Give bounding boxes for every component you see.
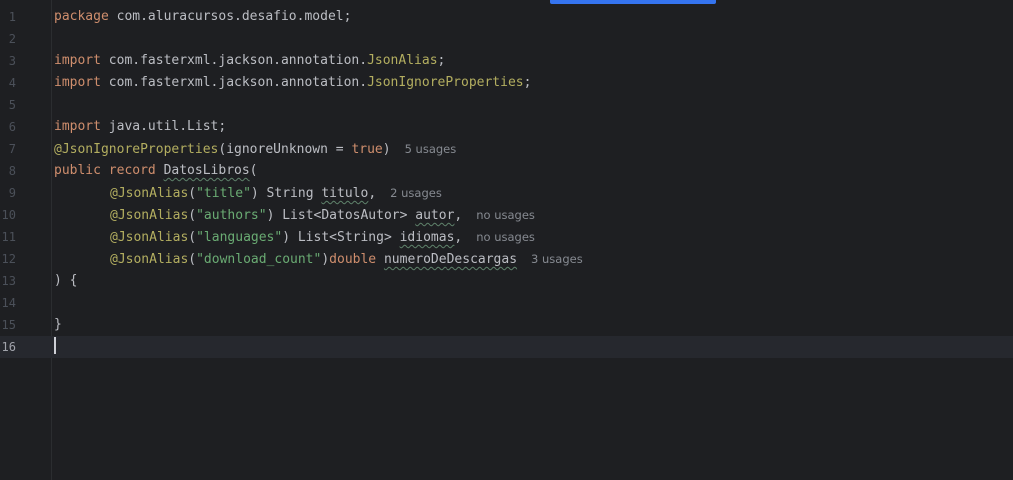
line-number: 11 bbox=[1, 230, 16, 244]
line-number: 10 bbox=[1, 208, 16, 222]
record-name: DatosLibros bbox=[163, 163, 250, 178]
code-text: import com.fasterxml.jackson.annotation.… bbox=[54, 50, 445, 72]
line-number: 8 bbox=[8, 164, 16, 178]
code-line[interactable]: 2 bbox=[0, 28, 1013, 50]
code-text: @JsonAlias("title") String titulo, 2 usag… bbox=[110, 182, 442, 205]
keyword: import bbox=[54, 75, 101, 90]
code-text: @JsonAlias("download_count")double numer… bbox=[110, 248, 583, 271]
type: ) List<String> bbox=[282, 230, 400, 245]
import-class: JsonIgnoreProperties bbox=[367, 75, 524, 90]
usages-hint[interactable]: 5 usages bbox=[405, 142, 457, 156]
usages-hint[interactable]: 3 usages bbox=[531, 252, 583, 266]
comma: , bbox=[454, 230, 463, 245]
code-text: public record DatosLibros( bbox=[54, 160, 258, 182]
type: ) List<DatosAutor> bbox=[266, 208, 416, 223]
code-line[interactable]: 12 @JsonAlias("download_count")double nu… bbox=[0, 248, 1013, 270]
scroll-indicator bbox=[550, 0, 716, 4]
field-name: autor bbox=[415, 208, 455, 223]
code-line[interactable]: 3 import com.fasterxml.jackson.annotatio… bbox=[0, 50, 1013, 72]
import-class: JsonAlias bbox=[367, 53, 438, 68]
annotation: @JsonAlias bbox=[110, 252, 189, 267]
code-text: ) { bbox=[54, 273, 78, 288]
code-line[interactable]: 7 @JsonIgnoreProperties(ignoreUnknown = … bbox=[0, 138, 1013, 160]
paren: ( bbox=[249, 163, 258, 178]
usages-hint[interactable]: 2 usages bbox=[390, 186, 442, 200]
field-name-part: Descargas bbox=[446, 252, 518, 267]
code-line[interactable]: 6 import java.util.List; bbox=[0, 116, 1013, 138]
code-text: } bbox=[54, 317, 62, 332]
code-text: import java.util.List; bbox=[54, 116, 226, 138]
line-number: 12 bbox=[1, 252, 16, 266]
semicolon: ; bbox=[523, 75, 532, 90]
line-number: 7 bbox=[8, 142, 16, 156]
code-line[interactable]: 1 package com.aluracursos.desafio.model; bbox=[0, 6, 1013, 28]
code-text: import com.fasterxml.jackson.annotation.… bbox=[54, 72, 531, 94]
field-name: idiomas bbox=[399, 230, 455, 245]
line-number: 15 bbox=[1, 318, 16, 332]
string-literal: "authors" bbox=[196, 208, 267, 223]
code-editor[interactable]: 1 package com.aluracursos.desafio.model;… bbox=[0, 0, 1013, 480]
code-line[interactable]: 8 public record DatosLibros( bbox=[0, 160, 1013, 182]
code-line[interactable]: 15 } bbox=[0, 314, 1013, 336]
code-line[interactable]: 14 bbox=[0, 292, 1013, 314]
annotation-args: (ignoreUnknown = bbox=[218, 142, 352, 157]
paren: ( bbox=[188, 252, 197, 267]
code-text: @JsonIgnoreProperties(ignoreUnknown = tr… bbox=[54, 138, 456, 161]
code-text: @JsonAlias("languages") List<String> idi… bbox=[110, 226, 535, 249]
paren: ( bbox=[188, 208, 197, 223]
line-number: 9 bbox=[8, 186, 16, 200]
string-literal: "languages" bbox=[196, 230, 283, 245]
semicolon: ; bbox=[437, 53, 446, 68]
annotation: @JsonAlias bbox=[110, 208, 189, 223]
paren: ) bbox=[382, 142, 391, 157]
code-line[interactable]: 9 @JsonAlias("title") String titulo, 2 us… bbox=[0, 182, 1013, 204]
keyword: package bbox=[54, 9, 109, 24]
code-line[interactable]: 5 bbox=[0, 94, 1013, 116]
annotation: @JsonAlias bbox=[110, 230, 189, 245]
keyword: import bbox=[54, 119, 101, 134]
keyword: public record bbox=[54, 163, 156, 178]
code-line[interactable]: 11 @JsonAlias("languages") List<String> … bbox=[0, 226, 1013, 248]
boolean-literal: true bbox=[351, 142, 383, 157]
code-text: @JsonAlias("authors") List<DatosAutor> a… bbox=[110, 204, 535, 227]
line-number: 13 bbox=[1, 274, 16, 288]
comma: , bbox=[368, 186, 377, 201]
import-package: com.fasterxml.jackson.annotation. bbox=[100, 75, 368, 90]
code-line[interactable]: 4 import com.fasterxml.jackson.annotatio… bbox=[0, 72, 1013, 94]
code-line[interactable]: 10 @JsonAlias("authors") List<DatosAutor… bbox=[0, 204, 1013, 226]
line-number: 14 bbox=[1, 296, 16, 310]
paren: ) bbox=[321, 252, 330, 267]
keyword: import bbox=[54, 53, 101, 68]
import-path: java.util.List; bbox=[100, 119, 227, 134]
annotation: @JsonIgnoreProperties bbox=[54, 142, 219, 157]
usages-hint[interactable]: no usages bbox=[476, 208, 535, 222]
line-number: 2 bbox=[8, 32, 16, 46]
annotation: @JsonAlias bbox=[110, 186, 189, 201]
paren: ( bbox=[188, 186, 197, 201]
type: ) String bbox=[250, 186, 322, 201]
field-name: numeroDe bbox=[383, 252, 447, 267]
string-literal: "download_count" bbox=[196, 252, 322, 267]
code-line[interactable]: 13 ) { bbox=[0, 270, 1013, 292]
package-name: com.aluracursos.desafio.model; bbox=[108, 9, 352, 24]
paren: ( bbox=[188, 230, 197, 245]
line-number: 3 bbox=[8, 54, 16, 68]
line-number: 5 bbox=[8, 98, 16, 112]
line-number: 1 bbox=[8, 10, 16, 24]
text-caret bbox=[54, 337, 56, 354]
import-package: com.fasterxml.jackson.annotation. bbox=[100, 53, 368, 68]
keyword: double bbox=[329, 252, 377, 267]
comma: , bbox=[454, 208, 463, 223]
code-line-current[interactable]: 16 bbox=[0, 336, 1013, 358]
field-name: titulo bbox=[321, 186, 369, 201]
code-text: package com.aluracursos.desafio.model; bbox=[54, 6, 351, 28]
string-literal: "title" bbox=[196, 186, 251, 201]
code-text bbox=[54, 336, 56, 358]
line-number: 4 bbox=[8, 76, 16, 90]
line-number: 16 bbox=[1, 340, 16, 354]
usages-hint[interactable]: no usages bbox=[476, 230, 535, 244]
line-number: 6 bbox=[8, 120, 16, 134]
